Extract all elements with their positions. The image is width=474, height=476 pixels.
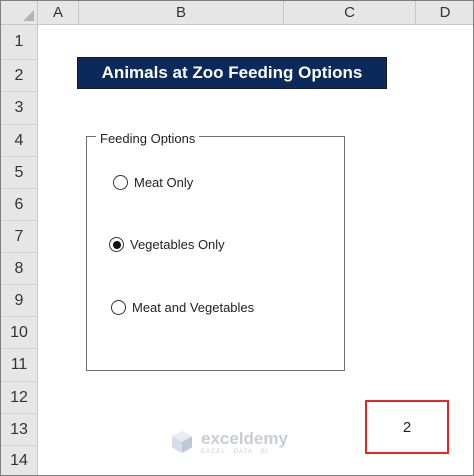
exceldemy-logo-icon xyxy=(172,431,192,453)
radio-meat-and-vegetables[interactable]: Meat and Vegetables xyxy=(111,300,254,315)
row-header-4[interactable]: 4 xyxy=(1,125,38,157)
row-header-13[interactable]: 13 xyxy=(1,414,38,446)
linked-cell-c13[interactable]: 2 xyxy=(365,400,449,454)
title-banner[interactable]: Animals at Zoo Feeding Options xyxy=(77,57,387,89)
row-header-1[interactable]: 1 xyxy=(1,25,38,60)
row-header-11[interactable]: 11 xyxy=(1,349,38,382)
row-header-3[interactable]: 3 xyxy=(1,92,38,125)
column-header-b[interactable]: B xyxy=(79,1,284,25)
row-header-9[interactable]: 9 xyxy=(1,285,38,317)
radio-label: Vegetables Only xyxy=(130,237,225,252)
spreadsheet: A B C D 1 2 3 4 5 6 7 8 9 10 11 12 13 14… xyxy=(0,0,474,476)
watermark-name: exceldemy xyxy=(201,428,288,448)
column-header-a[interactable]: A xyxy=(38,1,79,25)
select-all-icon xyxy=(23,10,34,21)
row-header-5[interactable]: 5 xyxy=(1,157,38,189)
select-all-button[interactable] xyxy=(1,1,38,25)
radio-checked-icon xyxy=(109,237,124,252)
row-header-6[interactable]: 6 xyxy=(1,189,38,221)
watermark-tagline: EXCEL · DATA · BI xyxy=(201,448,269,455)
column-header-c[interactable]: C xyxy=(284,1,416,25)
row-header-12[interactable]: 12 xyxy=(1,382,38,414)
exceldemy-watermark: exceldemy EXCEL · DATA · BI xyxy=(169,429,288,455)
radio-label: Meat Only xyxy=(134,175,194,190)
radio-vegetables-only[interactable]: Vegetables Only xyxy=(109,237,225,252)
row-header-7[interactable]: 7 xyxy=(1,221,38,253)
row-header-2[interactable]: 2 xyxy=(1,60,38,92)
column-header-d[interactable]: D xyxy=(416,1,473,25)
radio-label: Meat and Vegetables xyxy=(132,300,255,315)
radio-unchecked-icon xyxy=(111,300,126,315)
row-header-14[interactable]: 14 xyxy=(1,446,38,475)
row-header-8[interactable]: 8 xyxy=(1,253,38,285)
row-header-10[interactable]: 10 xyxy=(1,317,38,349)
radio-unchecked-icon xyxy=(113,175,128,190)
radio-meat-only[interactable]: Meat Only xyxy=(113,175,193,190)
feeding-options-group-box[interactable] xyxy=(86,136,345,371)
group-box-label: Feeding Options xyxy=(96,131,200,147)
radio-dot-icon xyxy=(112,240,121,249)
